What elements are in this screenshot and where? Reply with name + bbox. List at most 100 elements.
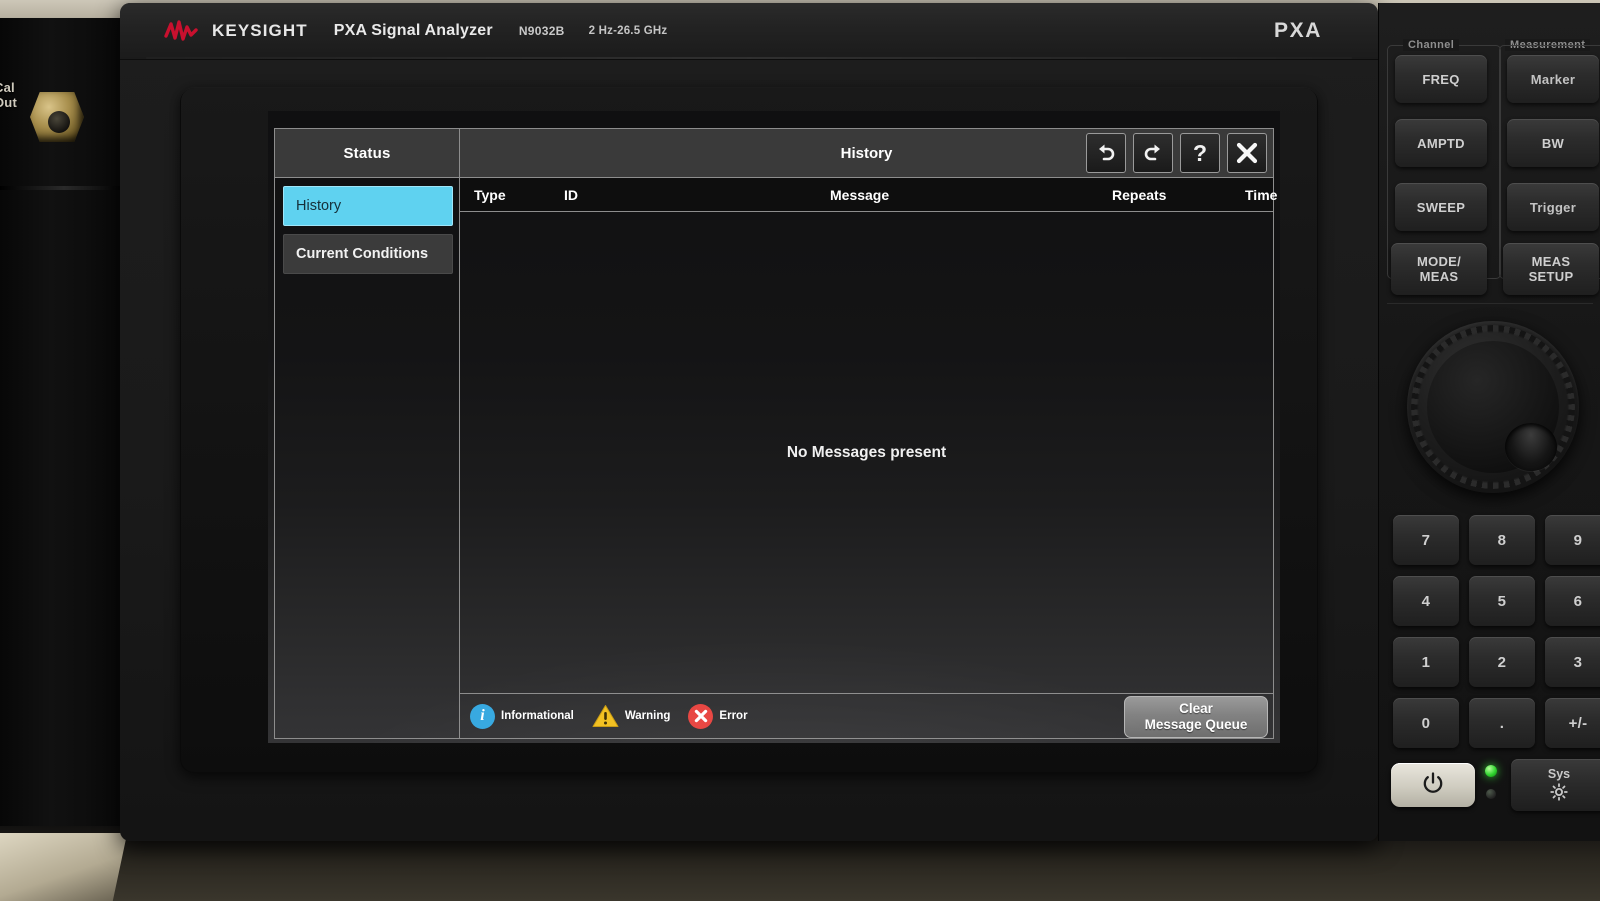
front-panel-controls: Channel Y Scale X Scale Measurement FREQ… — [1378, 3, 1600, 841]
status-dialog: Status History Current Conditions Histor… — [274, 128, 1277, 739]
help-button[interactable]: ? — [1180, 133, 1220, 173]
key-0[interactable]: 0 — [1393, 698, 1459, 748]
system-button[interactable]: Sys — [1511, 759, 1600, 811]
content-header: History ? — [460, 129, 1273, 178]
content-pane: History ? Type ID Message Repeats Time N… — [460, 129, 1277, 738]
knob-dimple — [1505, 423, 1557, 471]
column-header-repeats[interactable]: Repeats — [1112, 187, 1166, 203]
key-1[interactable]: 1 — [1393, 637, 1459, 687]
key-9[interactable]: 9 — [1545, 515, 1600, 565]
key-label: 4 — [1421, 592, 1431, 610]
sidebar-item-current-conditions[interactable]: Current Conditions — [283, 234, 453, 274]
power-led-indicator — [1485, 765, 1497, 777]
button-label-line1: MODE/ — [1416, 254, 1462, 269]
system-button-label: Sys — [1547, 766, 1571, 781]
key-5[interactable]: 5 — [1469, 576, 1535, 626]
series-badge: PXA — [1274, 19, 1322, 42]
clear-button-line1: Clear — [1179, 701, 1213, 716]
rotary-knob[interactable] — [1407, 321, 1579, 493]
left-side-chassis: Cal Out — [0, 18, 128, 826]
button-label: FREQ — [1422, 71, 1460, 87]
key-4[interactable]: 4 — [1393, 576, 1459, 626]
sidebar-item-label: Current Conditions — [296, 246, 429, 262]
legend-informational: i Informational — [470, 703, 574, 729]
key-decimal[interactable]: . — [1469, 698, 1535, 748]
key-label: +/- — [1568, 714, 1588, 732]
cal-out-connector[interactable] — [24, 86, 90, 148]
key-6[interactable]: 6 — [1545, 576, 1600, 626]
key-3[interactable]: 3 — [1545, 637, 1600, 687]
key-2[interactable]: 2 — [1469, 637, 1535, 687]
button-label: Trigger — [1529, 199, 1577, 215]
button-sweep[interactable]: SWEEP — [1395, 183, 1487, 231]
sidebar-item-label: History — [296, 198, 342, 214]
connector-nut — [30, 92, 84, 142]
key-label: 3 — [1573, 653, 1583, 671]
gear-icon — [1550, 782, 1568, 804]
sidebar: Status History Current Conditions — [275, 129, 460, 738]
button-label-line2: SETUP — [1528, 269, 1574, 284]
info-icon: i — [470, 703, 495, 729]
message-table-body: No Messages present — [460, 212, 1273, 694]
sidebar-header: Status — [275, 129, 459, 178]
button-freq[interactable]: FREQ — [1395, 55, 1487, 103]
software-ui: Status History Current Conditions Histor… — [268, 111, 1280, 743]
legend-error: Error — [688, 703, 748, 729]
instrument-foot — [0, 833, 128, 901]
column-header-type[interactable]: Type — [474, 187, 506, 203]
model-number: N9032B — [518, 24, 565, 38]
column-header-message[interactable]: Message — [830, 187, 889, 203]
button-mode-meas[interactable]: MODE/ MEAS — [1391, 243, 1487, 295]
key-label: 0 — [1421, 714, 1431, 732]
button-meas-setup[interactable]: MEAS SETUP — [1503, 243, 1599, 295]
button-trigger[interactable]: Trigger — [1507, 183, 1599, 231]
close-button[interactable] — [1227, 133, 1267, 173]
button-amptd[interactable]: AMPTD — [1395, 119, 1487, 167]
sidebar-item-history[interactable]: History — [283, 186, 453, 226]
empty-state-text: No Messages present — [786, 443, 947, 461]
close-icon — [1235, 141, 1259, 165]
keysight-logo-icon — [164, 19, 198, 43]
table-header-row: Type ID Message Repeats Time — [460, 178, 1277, 212]
rail-seam — [146, 57, 1352, 59]
key-label: . — [1499, 714, 1505, 732]
brand-name: KEYSIGHT — [212, 21, 308, 40]
column-header-time[interactable]: Time — [1245, 187, 1277, 203]
connector-center-pin — [48, 111, 70, 133]
toolbar: ? — [1086, 133, 1267, 173]
button-label: SWEEP — [1416, 199, 1466, 215]
key-label: 6 — [1573, 592, 1583, 610]
button-label: BW — [1541, 135, 1565, 151]
legend-warning: Warning — [592, 704, 670, 728]
key-7[interactable]: 7 — [1393, 515, 1459, 565]
button-label-line1: MEAS — [1531, 254, 1571, 269]
key-label: 9 — [1573, 531, 1583, 549]
sidebar-item-list: History Current Conditions — [275, 178, 459, 274]
clear-message-queue-button[interactable]: Clear Message Queue — [1124, 696, 1268, 738]
display-bezel: Status History Current Conditions Histor… — [180, 87, 1318, 773]
button-label: Marker — [1530, 71, 1576, 87]
key-sign[interactable]: +/- — [1545, 698, 1600, 748]
cal-out-label: Cal Out — [0, 80, 17, 110]
undo-icon — [1095, 143, 1117, 163]
lcd-screen: Status History Current Conditions Histor… — [268, 111, 1280, 743]
button-label-line2: MEAS — [1419, 269, 1459, 284]
button-marker[interactable]: Marker — [1507, 55, 1599, 103]
column-header-id[interactable]: ID — [564, 187, 578, 203]
question-mark-icon: ? — [1192, 139, 1208, 166]
product-name: PXA Signal Analyzer — [333, 22, 493, 39]
key-label: 2 — [1497, 653, 1507, 671]
instrument-body: KEYSIGHT PXA Signal Analyzer N9032B 2 Hz… — [120, 3, 1378, 841]
power-button[interactable] — [1391, 763, 1475, 807]
key-8[interactable]: 8 — [1469, 515, 1535, 565]
chassis-seam — [0, 186, 128, 190]
button-bw[interactable]: BW — [1507, 119, 1599, 167]
key-label: 5 — [1497, 592, 1507, 610]
key-label: 7 — [1421, 531, 1431, 549]
key-label: 1 — [1421, 653, 1431, 671]
key-label: 8 — [1497, 531, 1507, 549]
legend-label: Informational — [501, 710, 574, 722]
redo-icon — [1142, 143, 1164, 163]
undo-button[interactable] — [1086, 133, 1126, 173]
redo-button[interactable] — [1133, 133, 1173, 173]
